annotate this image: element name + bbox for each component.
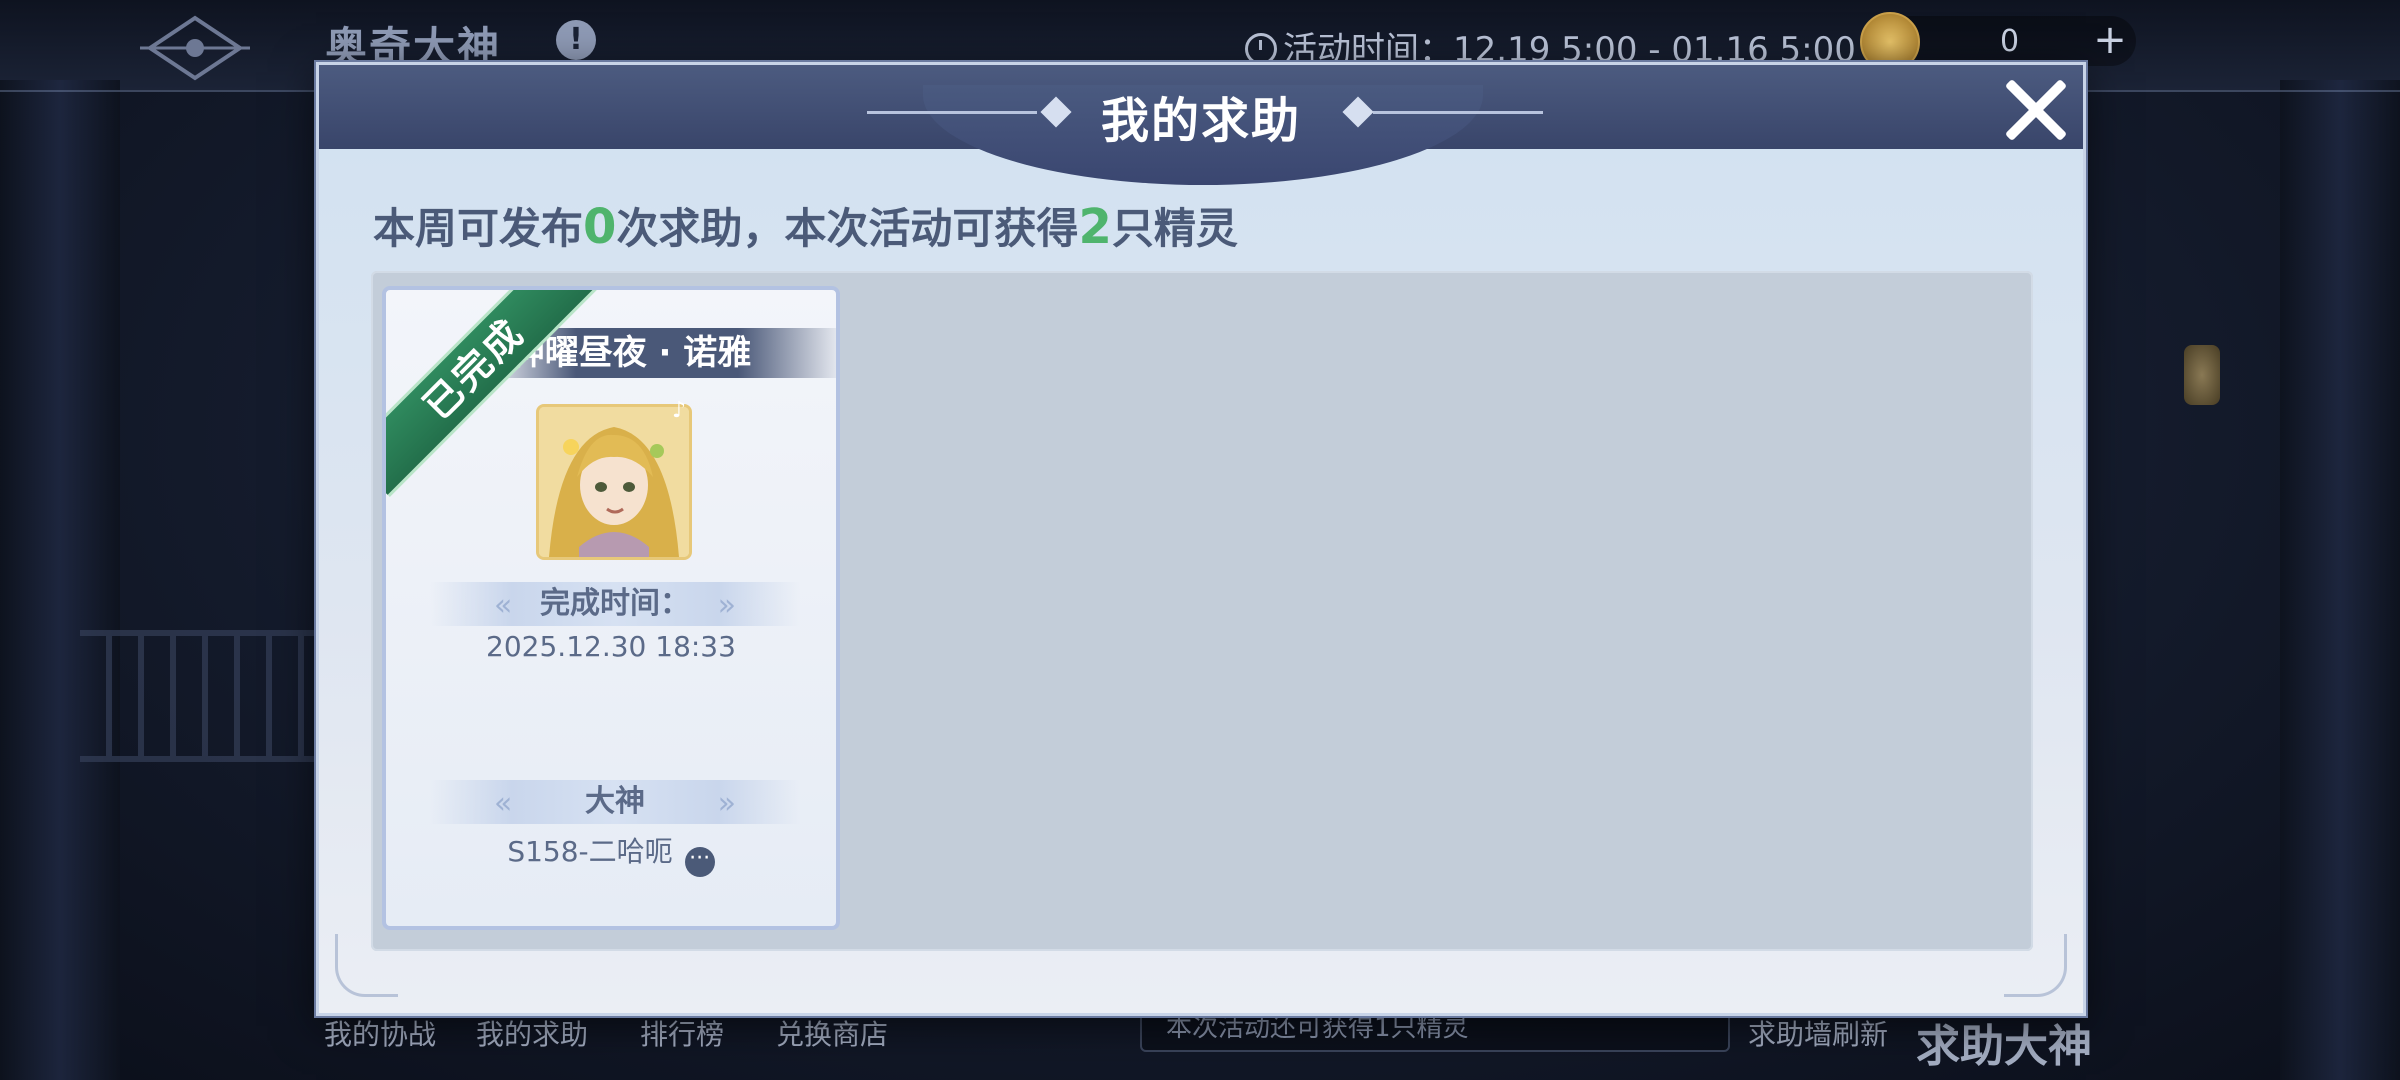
background-lamp [2184, 345, 2220, 405]
summary-text-3: 只精灵 [1111, 204, 1238, 253]
background-pillar-right [2280, 80, 2400, 1080]
help-card[interactable]: 神曜昼夜 · 诺雅 已完成 ♪ « » 完成时间： 2025.12.30 18:… [382, 286, 840, 930]
add-currency-button[interactable]: + [2090, 20, 2130, 60]
summary-text-2: 次求助，本次活动可获得 [616, 204, 1079, 253]
more-icon[interactable]: ··· [684, 847, 715, 877]
dialog-title: 我的求助 [1100, 93, 1301, 149]
spirit-portrait-image [539, 407, 689, 557]
summary-text-1: 本周可发布 [373, 204, 584, 253]
complete-time-banner: « » 完成时间： [430, 582, 800, 626]
helper-label: 大神 [585, 784, 645, 819]
corner-ornament-right [2004, 934, 2067, 997]
clock-icon [1245, 33, 1277, 65]
info-icon[interactable]: ! [556, 20, 596, 60]
background-railing [80, 630, 330, 762]
logo-icon [140, 15, 250, 81]
tab-my-help[interactable]: 我的求助 [476, 1013, 588, 1053]
close-icon[interactable] [2001, 75, 2071, 145]
tab-ranking[interactable]: 排行榜 [640, 1013, 724, 1053]
music-note-icon: ♪ [672, 398, 687, 423]
currency-display: 0 + [1860, 12, 2136, 72]
spirit-avatar[interactable] [536, 404, 692, 560]
tab-my-assist[interactable]: 我的协战 [324, 1013, 436, 1053]
corner-ornament-left [335, 934, 398, 997]
complete-time-label: 完成时间： [540, 586, 690, 621]
obtainable-spirits-count: 2 [1078, 199, 1112, 255]
help-summary: 本周可发布0次求助，本次活动可获得2只精灵 [373, 195, 1238, 256]
refresh-wall-button[interactable]: 求助墙刷新 [1748, 1013, 1888, 1053]
currency-value: 0 [2000, 24, 2020, 59]
tab-exchange-shop[interactable]: 兑换商店 [776, 1013, 888, 1053]
background-pillar-left [0, 80, 120, 1080]
helper-info: S158-二哈呃 ··· [386, 830, 836, 877]
complete-time-value: 2025.12.30 18:33 [486, 630, 736, 663]
helper-name: S158-二哈呃 [507, 835, 673, 868]
help-master-title: 求助大神 [1916, 1021, 2092, 1072]
helper-banner: « » 大神 [430, 780, 800, 824]
remaining-posts-count: 0 [583, 199, 617, 255]
